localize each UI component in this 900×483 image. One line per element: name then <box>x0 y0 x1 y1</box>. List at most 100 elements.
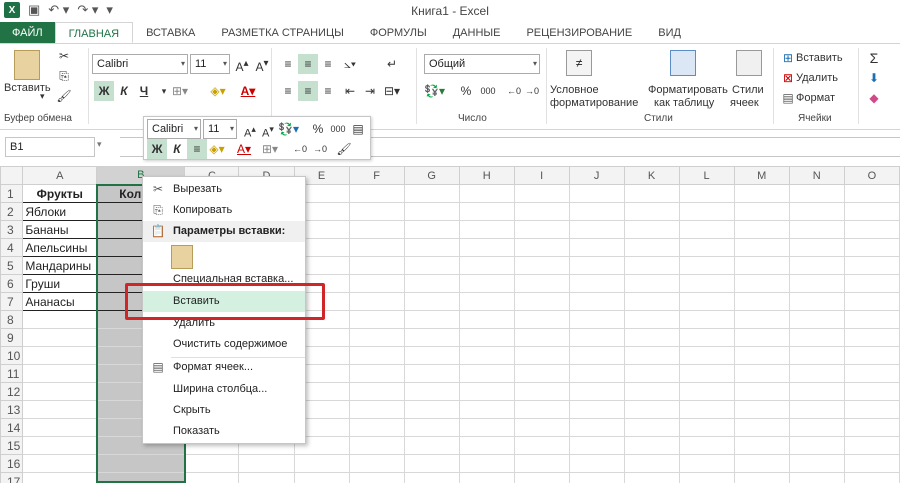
cell-m11[interactable] <box>733 364 790 383</box>
column-header-m[interactable]: M <box>733 166 790 185</box>
cell-a11[interactable] <box>22 364 98 383</box>
mini-increase-decimal-icon[interactable]: ←0 <box>290 139 310 159</box>
format-cells-icon[interactable]: ▤ <box>778 88 798 108</box>
cell-k12[interactable] <box>623 382 680 401</box>
cell-o7[interactable] <box>843 292 900 311</box>
align-center-icon[interactable]: ≡ <box>298 81 318 101</box>
increase-decimal-icon[interactable]: ←0 <box>504 81 524 101</box>
merge-icon[interactable]: ⊟▾ <box>382 81 402 101</box>
cell-m3[interactable] <box>733 220 790 239</box>
cell-f3[interactable] <box>348 220 405 239</box>
cell-g6[interactable] <box>403 274 460 293</box>
format-cells-button[interactable]: Формат <box>796 92 835 104</box>
cell-j9[interactable] <box>568 328 625 347</box>
underline-button[interactable]: Ч <box>134 81 154 101</box>
cell-k15[interactable] <box>623 436 680 455</box>
tab-home[interactable]: ГЛАВНАЯ <box>54 22 134 43</box>
cell-o1[interactable] <box>843 184 900 203</box>
cell-e16[interactable] <box>293 454 350 473</box>
row-header[interactable]: 2 <box>0 202 24 221</box>
cell-l10[interactable] <box>678 346 735 365</box>
cell-l5[interactable] <box>678 256 735 275</box>
increase-indent-icon[interactable]: ⇥ <box>360 81 380 101</box>
mini-table-icon[interactable]: ▤ <box>348 119 368 139</box>
cell-i1[interactable] <box>513 184 570 203</box>
cell-g2[interactable] <box>403 202 460 221</box>
cell-c17[interactable] <box>184 472 240 483</box>
mini-increase-font-icon[interactable]: A▴ <box>240 119 260 140</box>
tab-formulas[interactable]: ФОРМУЛЫ <box>357 22 440 43</box>
cell-m15[interactable] <box>733 436 790 455</box>
borders-icon[interactable]: ⊞▾ <box>170 81 190 101</box>
cell-l17[interactable] <box>678 472 735 483</box>
cell-g13[interactable] <box>403 400 460 419</box>
cell-m8[interactable] <box>733 310 790 329</box>
conditional-formatting-label-2[interactable]: форматирование <box>550 97 638 110</box>
cell-a16[interactable] <box>22 454 98 473</box>
menu-item-clear[interactable]: Очистить содержимое <box>143 334 305 355</box>
cell-g5[interactable] <box>403 256 460 275</box>
cell-a17[interactable] <box>22 472 98 483</box>
cell-o9[interactable] <box>843 328 900 347</box>
cell-m5[interactable] <box>733 256 790 275</box>
cell-g17[interactable] <box>403 472 460 483</box>
cell-f14[interactable] <box>348 418 405 437</box>
cell-f11[interactable] <box>348 364 405 383</box>
mini-borders-icon[interactable]: ⊞▾ <box>260 139 280 159</box>
row-header[interactable]: 10 <box>0 346 24 365</box>
column-header-a[interactable]: A <box>22 166 98 185</box>
cell-g15[interactable] <box>403 436 460 455</box>
cell-n5[interactable] <box>788 256 845 275</box>
cell-k1[interactable] <box>623 184 680 203</box>
mini-currency-icon[interactable]: 💱▾ <box>278 119 299 139</box>
cell-j14[interactable] <box>568 418 625 437</box>
menu-item-show[interactable]: Показать <box>143 421 305 442</box>
cell-a6[interactable]: Груши <box>22 274 98 293</box>
tab-insert[interactable]: ВСТАВКА <box>133 22 208 43</box>
cell-k13[interactable] <box>623 400 680 419</box>
cell-a8[interactable] <box>22 310 98 329</box>
cell-o5[interactable] <box>843 256 900 275</box>
cell-styles-label-1[interactable]: Стили <box>732 84 764 97</box>
increase-font-icon[interactable]: A▴ <box>232 54 252 74</box>
cell-j7[interactable] <box>568 292 625 311</box>
cell-a13[interactable] <box>22 400 98 419</box>
tab-review[interactable]: РЕЦЕНЗИРОВАНИЕ <box>513 22 645 43</box>
cell-a3[interactable]: Бананы <box>22 220 98 239</box>
cell-i15[interactable] <box>513 436 570 455</box>
currency-icon[interactable]: 💱▾ <box>424 81 445 101</box>
cell-o4[interactable] <box>843 238 900 257</box>
cell-n3[interactable] <box>788 220 845 239</box>
cell-d16[interactable] <box>238 454 295 473</box>
cell-i17[interactable] <box>513 472 570 483</box>
mini-decrease-decimal-icon[interactable]: →0 <box>310 139 330 159</box>
column-header-j[interactable]: J <box>568 166 625 185</box>
cell-j6[interactable] <box>568 274 625 293</box>
cell-h1[interactable] <box>458 184 515 203</box>
cell-m6[interactable] <box>733 274 790 293</box>
cell-j5[interactable] <box>568 256 625 275</box>
row-header[interactable]: 16 <box>0 454 24 473</box>
cell-n11[interactable] <box>788 364 845 383</box>
cell-j2[interactable] <box>568 202 625 221</box>
cell-f9[interactable] <box>348 328 405 347</box>
format-painter-icon[interactable]: 🖌 <box>54 86 74 106</box>
column-header-k[interactable]: K <box>623 166 680 185</box>
cell-c16[interactable] <box>184 454 240 473</box>
cell-m9[interactable] <box>733 328 790 347</box>
cell-k3[interactable] <box>623 220 680 239</box>
decrease-indent-icon[interactable]: ⇤ <box>340 81 360 101</box>
menu-item-copy[interactable]: ⎘ Копировать <box>143 200 305 221</box>
cell-f10[interactable] <box>348 346 405 365</box>
cell-m10[interactable] <box>733 346 790 365</box>
cell-f8[interactable] <box>348 310 405 329</box>
cell-styles-icon[interactable] <box>736 50 762 76</box>
copy-icon[interactable]: ⎘ <box>54 66 74 86</box>
cell-h14[interactable] <box>458 418 515 437</box>
worksheet-grid[interactable]: ABCDEFGHIJKLMNO1ФруктыКоличе2Яблоки53Бан… <box>0 166 900 483</box>
cell-d17[interactable] <box>238 472 295 483</box>
align-bottom-icon[interactable]: ≡ <box>318 54 338 74</box>
paste-icon[interactable] <box>14 50 40 80</box>
tab-page-layout[interactable]: РАЗМЕТКА СТРАНИЦЫ <box>208 22 356 43</box>
cell-n10[interactable] <box>788 346 845 365</box>
